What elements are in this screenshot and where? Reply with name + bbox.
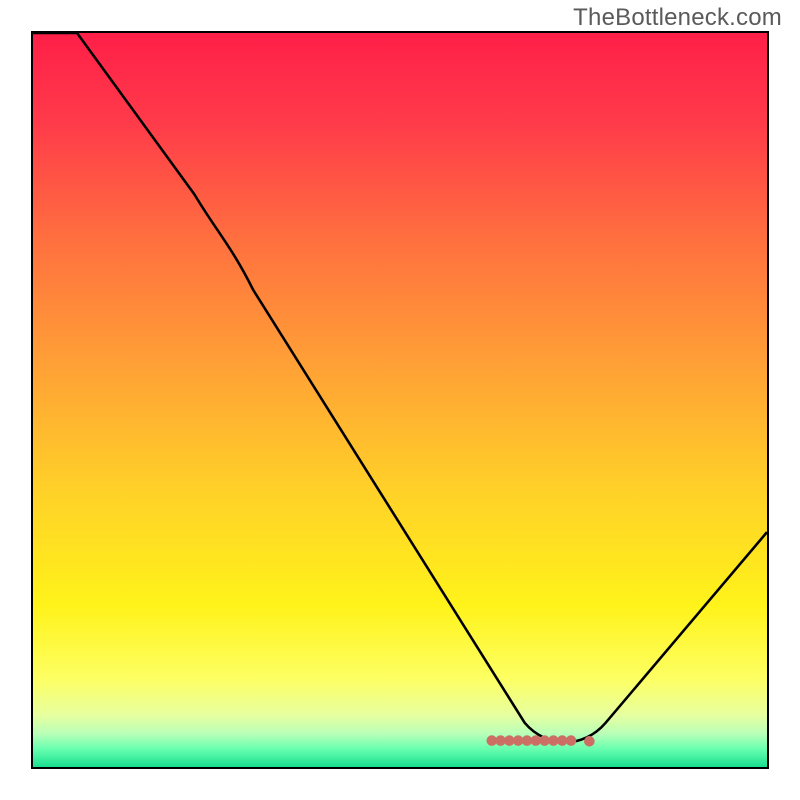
chart-frame: TheBottleneck.com <box>0 0 800 800</box>
plot-area <box>31 31 769 769</box>
optimal-marker-cluster <box>33 33 767 767</box>
watermark-text: TheBottleneck.com <box>573 4 782 32</box>
